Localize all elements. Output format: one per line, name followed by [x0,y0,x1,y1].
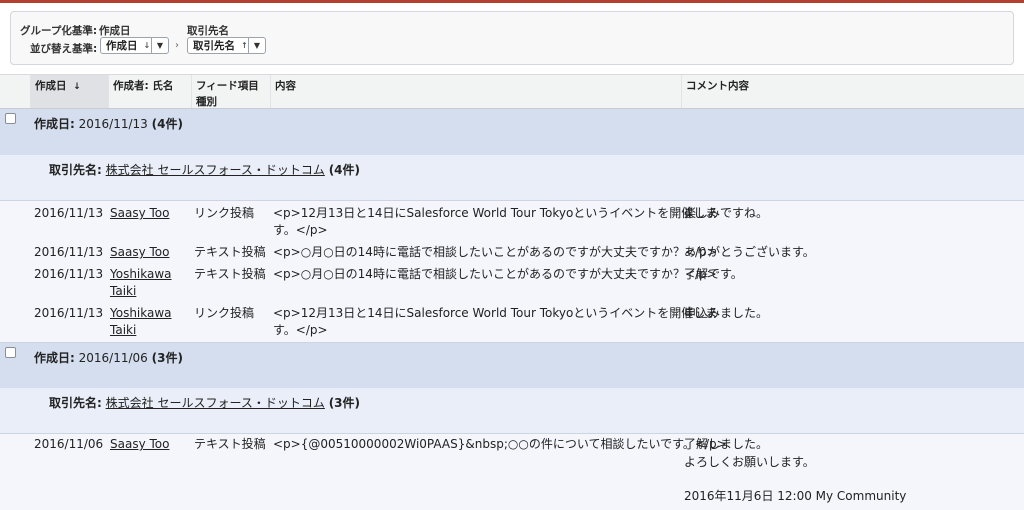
author-link[interactable]: Taiki [110,283,136,300]
cell-date: 2016/11/13 [34,245,104,259]
grouping-panel: グループ化基準: 作成日 取引先名 並び替え基準: 作成日 ↓ ▼ › 取引先名… [10,11,1014,65]
author-link[interactable]: Yoshikawa [110,305,172,322]
cell-content: <p>{@00510000002Wi0PAAS}&nbsp;○○の件について相談… [273,437,727,451]
group-row-date: 作成日: 2016/11/06 (3件) [0,343,1024,388]
subgroup-row-account: 取引先名: 株式会社 セールスフォース・ドットコム (4件) [0,155,1024,200]
secondary-group-header: 取引先名 [187,25,229,37]
sort-descending-icon: ↓ [143,41,151,50]
cell-date: 2016/11/13 [34,206,104,220]
cell-content: <p>○月○日の14時に電話で相談したいことがあるのですが大丈夫ですか？</p> [273,267,717,281]
column-header-comment[interactable]: コメント内容 [681,75,1024,108]
cell-comment: よろしくお願いします。 [684,455,815,469]
sort-field-1-select[interactable]: 作成日 ↓ ▼ [100,37,169,54]
cell-comment: 了解しました。 [684,437,769,451]
group-label: 作成日: [34,351,75,365]
column-header-author[interactable]: 作成者: 氏名 [108,75,191,108]
cell-comment: 申込みました。 [684,306,769,320]
chevron-down-icon[interactable]: ▼ [248,38,265,53]
cell-date: 2016/11/13 [34,267,104,281]
group-count: (4件) [151,117,183,131]
cell-comment: ありがとうございます。 [684,245,815,259]
chevron-down-icon[interactable]: ▼ [151,38,168,53]
account-link[interactable]: 株式会社 セールスフォース・ドットコム [106,163,325,177]
header-checkbox-col [0,75,30,108]
chevron-right-icon: › [175,40,179,51]
cell-feed-type: テキスト投稿 [194,437,266,451]
sort-descending-icon: ↓ [73,82,81,92]
column-header-content[interactable]: 内容 [270,75,681,108]
cell-content: <p>12月13日と14日にSalesforce World Tour Toky… [273,206,718,220]
group-count: (3件) [151,351,183,365]
column-header-created-date[interactable]: 作成日 ↓ [30,75,108,108]
column-header-feed-type[interactable]: フィード項目種別 [191,75,270,108]
subgroup-row-account: 取引先名: 株式会社 セールスフォース・ドットコム (3件) [0,388,1024,433]
table-header: 作成日 ↓ 作成者: 氏名 フィード項目種別 内容 コメント内容 [0,74,1024,109]
subgroup-heading: 取引先名: 株式会社 セールスフォース・ドットコム (4件) [49,161,360,178]
group-by-value: 作成日 [99,25,131,37]
group-checkbox[interactable] [5,347,16,358]
author-link[interactable]: Yoshikawa [110,266,172,283]
group-heading: 作成日: 2016/11/13 (4件) [34,115,183,132]
sort-field-2-select[interactable]: 取引先名 ↑ ▼ [187,37,266,54]
cell-comment: 2016年11月6日 12:00 My Community [684,489,907,503]
group-1-rows: 2016/11/13 Saasy Too リンク投稿 <p>12月13日と14日… [0,201,1024,342]
subgroup-count: (3件) [328,396,361,410]
author-link[interactable]: Saasy Too [110,436,169,453]
account-link[interactable]: 株式会社 セールスフォース・ドットコム [106,396,325,410]
group-value: 2016/11/06 [78,351,148,365]
sort-ascending-icon: ↑ [241,41,248,50]
cell-content: <p>12月13日と14日にSalesforce World Tour Toky… [273,306,718,320]
group-2-rows: 2016/11/06 Saasy Too テキスト投稿 <p>{@0051000… [0,434,1024,510]
group-value: 2016/11/13 [78,117,148,131]
cell-comment: 楽しみですね。 [684,206,769,220]
cell-feed-type: リンク投稿 [194,306,255,320]
group-row-date: 作成日: 2016/11/13 (4件) [0,109,1024,155]
column-header-label: 作成日 [35,80,67,92]
cell-content: <p>○月○日の14時に電話で相談したいことがあるのですが大丈夫ですか？</p> [273,245,717,259]
sort-by-label: 並び替え基準: [30,43,98,55]
cell-date: 2016/11/13 [34,306,104,320]
group-label: 作成日: [34,117,75,131]
sort-field-1-value: 作成日 [106,40,138,52]
subgroup-label: 取引先名: [49,396,102,410]
cell-feed-type: テキスト投稿 [194,245,266,259]
group-heading: 作成日: 2016/11/06 (3件) [34,349,183,366]
top-accent-bar [0,0,1024,3]
cell-date: 2016/11/06 [34,437,104,451]
sort-field-2-value: 取引先名 [193,40,235,52]
subgroup-count: (4件) [328,163,361,177]
cell-content: す。</p> [273,323,328,337]
cell-comment: 了解です。 [684,267,743,281]
cell-feed-type: テキスト投稿 [194,267,266,281]
author-link[interactable]: Saasy Too [110,205,169,222]
author-link[interactable]: Saasy Too [110,244,169,261]
group-by-label: グループ化基準: [20,25,98,37]
cell-content: す。</p> [273,223,328,237]
subgroup-heading: 取引先名: 株式会社 セールスフォース・ドットコム (3件) [49,394,360,411]
author-link[interactable]: Taiki [110,322,136,339]
group-checkbox[interactable] [5,113,16,124]
subgroup-label: 取引先名: [49,163,102,177]
cell-feed-type: リンク投稿 [194,206,255,220]
